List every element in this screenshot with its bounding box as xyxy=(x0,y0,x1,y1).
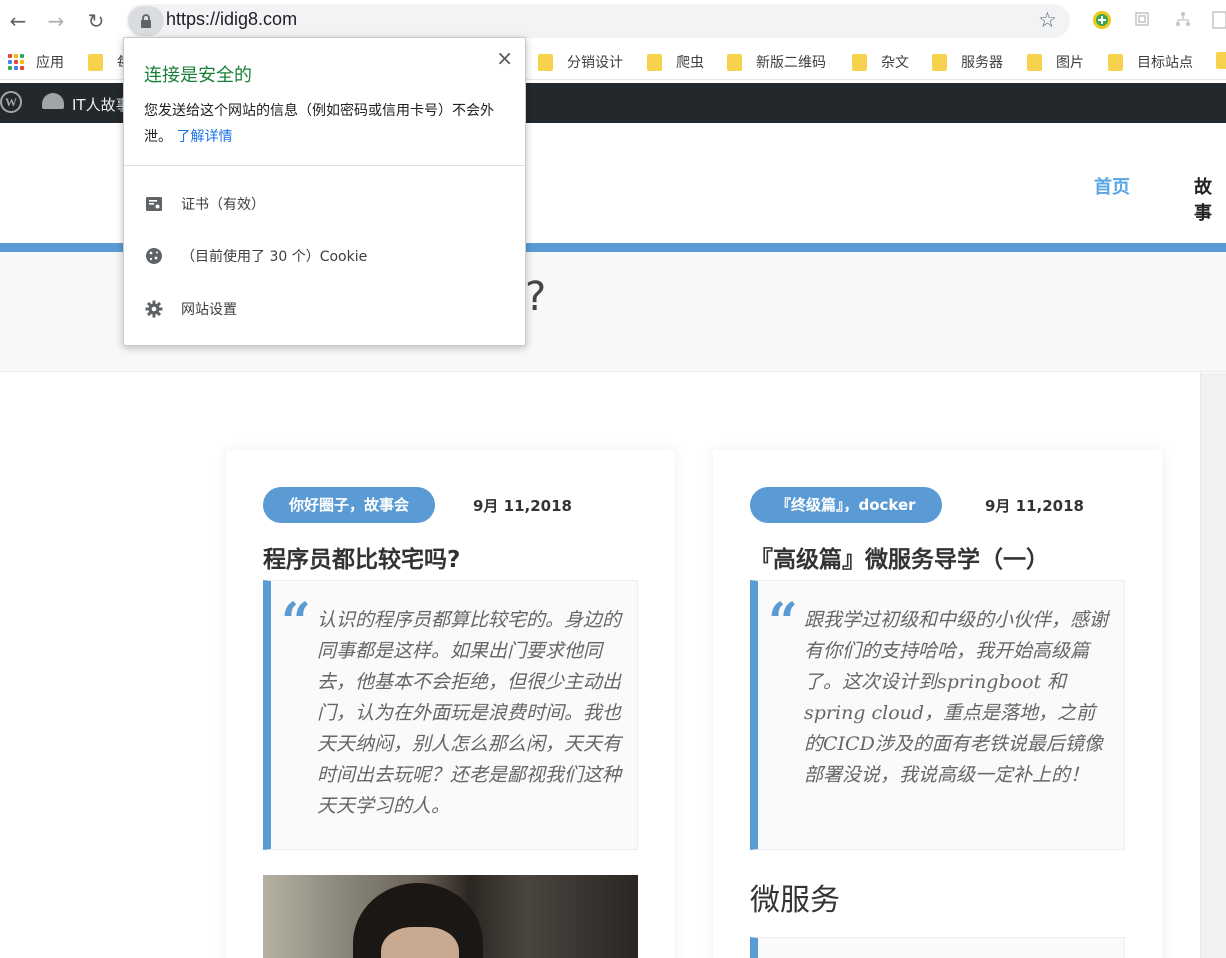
extension-icon[interactable] xyxy=(1212,10,1226,30)
cookie-row[interactable]: （目前使用了 30 个）Cookie xyxy=(144,246,367,266)
folder-icon xyxy=(932,53,947,71)
bookmark-folder[interactable] xyxy=(1216,52,1226,69)
folder-icon xyxy=(1216,52,1226,69)
lock-icon[interactable] xyxy=(128,6,164,36)
post-excerpt: “ 跟我学过初级和中级的小伙伴，感谢有你们的支持哈哈，我开始高级篇了。这次设计到… xyxy=(750,580,1125,850)
bookmark-star-icon[interactable]: ☆ xyxy=(1038,8,1057,32)
site-settings-row[interactable]: 网站设置 xyxy=(144,299,237,319)
post-card: 『终级篇』，docker 9月 11,2018 『高级篇』微服务导学（一） “ … xyxy=(713,450,1162,958)
certificate-label: 证书（有效） xyxy=(181,197,265,213)
quote-icon: “ xyxy=(281,592,311,653)
folder-icon xyxy=(852,53,867,71)
post-category-tag[interactable]: 『终级篇』，docker xyxy=(750,487,942,523)
forward-icon[interactable]: → xyxy=(40,5,72,37)
post-date: 9月 11,2018 xyxy=(985,497,1084,515)
extension-icon[interactable] xyxy=(1092,10,1112,30)
cookie-icon xyxy=(144,246,164,266)
certificate-icon xyxy=(144,194,164,214)
site-info-popup: × 连接是安全的 您发送给这个网站的信息（例如密码或信用卡号）不会外泄。 了解详… xyxy=(123,37,526,346)
bookmark-folder[interactable]: 杂文 xyxy=(852,52,909,72)
apps-icon xyxy=(8,54,24,70)
bookmark-label: 爬虫 xyxy=(676,55,704,71)
extension-icon[interactable] xyxy=(1174,10,1194,30)
nav-story[interactable]: 故事 xyxy=(1194,173,1226,225)
bookmark-folder[interactable]: 图片 xyxy=(1027,52,1084,72)
quote-icon: “ xyxy=(768,592,798,653)
bookmark-folder[interactable]: 新版二维码 xyxy=(727,52,826,72)
thumbnail-face xyxy=(381,927,459,958)
post-thumbnail[interactable] xyxy=(263,875,638,958)
reload-icon[interactable]: ↻ xyxy=(80,5,112,37)
folder-icon xyxy=(727,53,742,71)
bookmark-label: 图片 xyxy=(1056,55,1084,71)
bookmark-folder[interactable]: 分销设计 xyxy=(538,52,623,72)
wordpress-logo-icon[interactable]: W xyxy=(0,91,22,113)
cookie-label: （目前使用了 30 个）Cookie xyxy=(181,249,368,265)
certificate-row[interactable]: 证书（有效） xyxy=(144,194,265,214)
post-section-heading: 微服务 xyxy=(750,883,840,918)
nav-home[interactable]: 首页 xyxy=(1094,173,1130,199)
post-card: 你好圈子，故事会 9月 11,2018 程序员都比较宅吗? “ 认识的程序员都算… xyxy=(226,450,675,958)
bookmark-label: 服务器 xyxy=(961,55,1003,71)
folder-icon xyxy=(1108,53,1123,71)
popup-title: 连接是安全的 xyxy=(144,65,252,86)
bookmark-label: 新版二维码 xyxy=(756,55,826,71)
post-category-tag[interactable]: 你好圈子，故事会 xyxy=(263,487,436,523)
bookmark-apps[interactable]: 应用 xyxy=(8,52,64,72)
folder-icon xyxy=(88,53,103,71)
post-excerpt-block xyxy=(750,937,1125,958)
bookmark-label: 杂文 xyxy=(881,55,909,71)
bookmark-folder[interactable]: 爬虫 xyxy=(647,52,704,72)
post-excerpt-text: 认识的程序员都算比较宅的。身边的同事都是这样。如果出门要求他同去，他基本不会拒绝… xyxy=(317,609,622,817)
hero-title: ? xyxy=(525,274,547,320)
url-text[interactable]: https://idig8.com xyxy=(166,9,297,30)
bookmark-folder[interactable]: 服务器 xyxy=(932,52,1003,72)
browser-toolbar: ← → ↻ https://idig8.com ☆ xyxy=(0,0,1226,42)
post-title[interactable]: 『高级篇』微服务导学（一） xyxy=(750,540,1049,574)
bookmark-label: 目标站点 xyxy=(1137,55,1193,71)
bookmark-label: 分销设计 xyxy=(567,55,623,71)
popup-description: 您发送给这个网站的信息（例如密码或信用卡号）不会外泄。 了解详情 xyxy=(144,98,514,150)
admin-site-name[interactable]: IT人故事 xyxy=(72,94,131,115)
folder-icon xyxy=(538,53,553,71)
post-excerpt: “ 认识的程序员都算比较宅的。身边的同事都是这样。如果出门要求他同去，他基本不会… xyxy=(263,580,638,850)
gear-icon xyxy=(144,299,164,319)
bookmark-label: 应用 xyxy=(36,55,64,71)
back-icon[interactable]: ← xyxy=(2,5,34,37)
scrollbar[interactable] xyxy=(1200,373,1226,958)
dashboard-icon[interactable] xyxy=(42,93,64,109)
post-title[interactable]: 程序员都比较宅吗? xyxy=(263,540,460,574)
bookmark-folder[interactable]: 目标站点 xyxy=(1108,52,1193,72)
post-date: 9月 11,2018 xyxy=(473,497,572,515)
site-settings-label: 网站设置 xyxy=(181,302,237,318)
folder-icon xyxy=(647,53,662,71)
learn-more-link[interactable]: 了解详情 xyxy=(176,129,232,145)
folder-icon xyxy=(1027,53,1042,71)
post-excerpt-text: 跟我学过初级和中级的小伙伴，感谢有你们的支持哈哈，我开始高级篇了。这次设计到sp… xyxy=(804,609,1109,786)
divider xyxy=(124,165,525,166)
extension-icon[interactable] xyxy=(1133,10,1153,30)
close-icon[interactable]: × xyxy=(496,46,513,70)
